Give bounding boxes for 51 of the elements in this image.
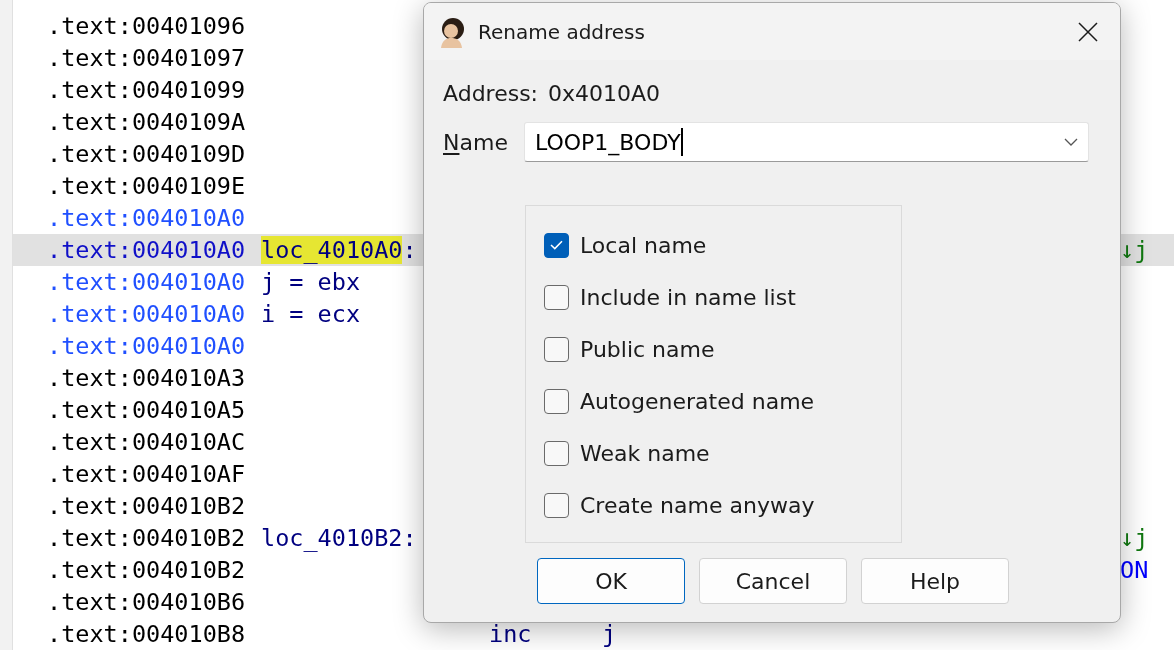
address-text: .text:004010A5 (47, 396, 246, 424)
checkbox[interactable] (544, 440, 569, 466)
code-label: loc_4010B2: (261, 524, 417, 552)
address-text: .text:00401097 (47, 44, 246, 72)
checkbox-label[interactable]: Local name (580, 232, 707, 258)
checkbox-label[interactable]: Include in name list (580, 284, 796, 310)
address-text: .text:004010AC (47, 428, 246, 456)
address-text: .text:00401096 (47, 12, 246, 40)
checkbox[interactable] (544, 232, 569, 258)
checkbox[interactable] (544, 492, 569, 518)
address-value: 0x4010A0 (548, 80, 661, 106)
address-text: .text:004010A0 (47, 268, 246, 296)
address-text: .text:00401099 (47, 76, 246, 104)
name-combobox[interactable]: LOOP1_BODY (524, 122, 1089, 162)
address-text: .text:004010A0 (47, 300, 246, 328)
address-text: .text:004010B6 (47, 588, 246, 616)
instruction-operand: j (602, 620, 617, 648)
address-text: .text:0040109E (47, 172, 246, 200)
address-text: .text:0040109A (47, 108, 246, 136)
address-text: .text:004010B2 (47, 492, 246, 520)
address-text: .text:004010AF (47, 460, 246, 488)
name-label: Name (443, 129, 509, 155)
address-text: .text:004010B2 (47, 556, 246, 584)
address-text: .text:004010B8 (47, 620, 246, 648)
address-text: .text:004010B2 (47, 524, 246, 552)
comment-text: ↓j (1120, 524, 1149, 552)
checkbox[interactable] (544, 284, 569, 310)
address-label: Address: (443, 80, 539, 106)
code-statement: i = ecx (261, 300, 361, 328)
chevron-down-icon[interactable] (1064, 138, 1078, 146)
address-text: .text:004010A3 (47, 364, 246, 392)
checkbox-label[interactable]: Weak name (580, 440, 710, 466)
dialog-button[interactable]: OK (537, 558, 685, 604)
checkmark-icon (550, 240, 563, 250)
checkbox-label[interactable]: Autogenerated name (580, 388, 815, 414)
address-text: .text:004010A0 (47, 332, 246, 360)
dialog-button[interactable]: Help (861, 558, 1009, 604)
checkbox-label[interactable]: Public name (580, 336, 715, 362)
checkbox[interactable] (544, 388, 569, 414)
code-statement: j = ebx (261, 268, 361, 296)
close-icon (1078, 21, 1098, 42)
dialog-button[interactable]: Cancel (699, 558, 847, 604)
comment-text: ON (1120, 556, 1149, 584)
instruction-mnemonic: inc (489, 620, 532, 648)
comment-text: ↓j (1120, 236, 1149, 264)
checkbox[interactable] (544, 336, 569, 362)
address-text: .text:0040109D (47, 140, 246, 168)
checkbox-label[interactable]: Create name anyway (580, 492, 815, 518)
address-text: .text:004010A0 (47, 204, 246, 232)
window-title: Rename address (478, 19, 646, 44)
address-text: .text:004010A0 (47, 236, 246, 264)
